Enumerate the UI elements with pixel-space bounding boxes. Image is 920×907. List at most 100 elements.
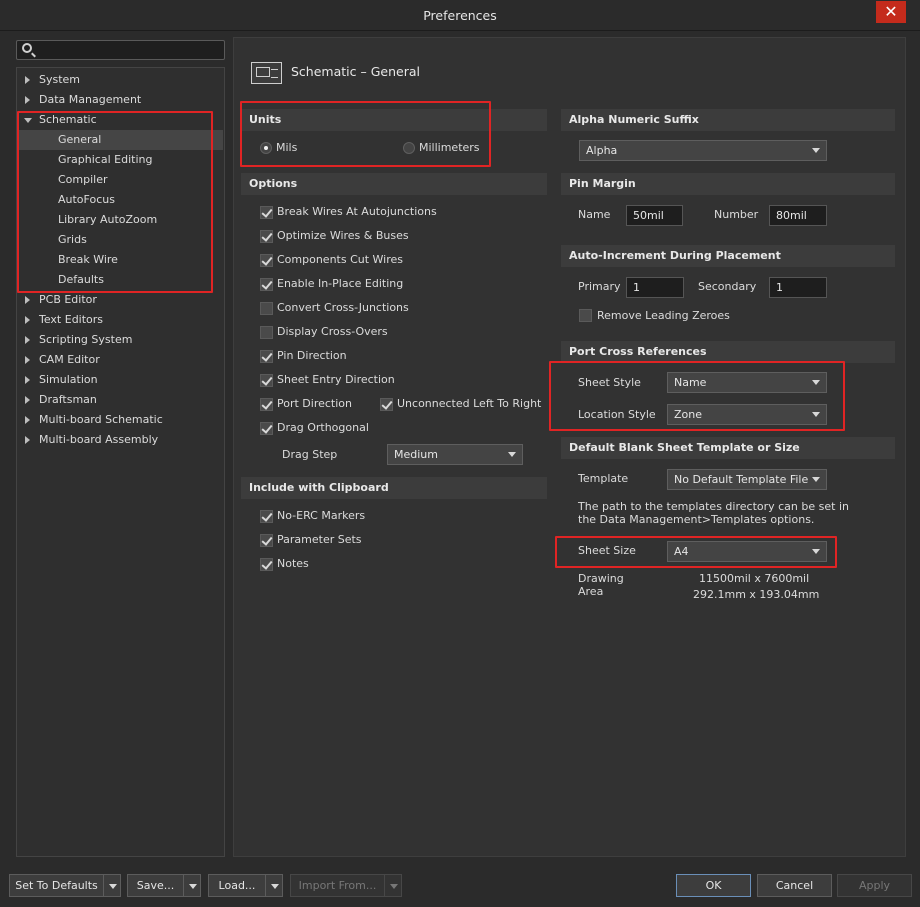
notes-label: Notes bbox=[277, 557, 309, 570]
tree-item-defaults[interactable]: Defaults bbox=[17, 270, 223, 290]
drawing-area-mm: 292.1mm x 193.04mm bbox=[693, 588, 820, 601]
components-cut-wires-checkbox[interactable] bbox=[260, 254, 273, 267]
import-from-button[interactable]: Import From... bbox=[290, 874, 385, 897]
unconnected-left-to-right-checkbox[interactable] bbox=[380, 398, 393, 411]
sheet-style-label: Sheet Style bbox=[578, 376, 641, 389]
sheet-style-dropdown[interactable]: Name bbox=[667, 372, 827, 393]
schematic-sheet-icon bbox=[251, 62, 282, 84]
tree-item-library-autozoom[interactable]: Library AutoZoom bbox=[17, 210, 223, 230]
notes-checkbox[interactable] bbox=[260, 558, 273, 571]
collapsed-arrow-icon[interactable] bbox=[25, 296, 30, 304]
set-to-defaults-button[interactable]: Set To Defaults bbox=[9, 874, 104, 897]
drawing-area-label-1: Drawing bbox=[578, 572, 624, 585]
tree-item-cam-editor[interactable]: CAM Editor bbox=[17, 350, 223, 370]
tree-item-text-editors[interactable]: Text Editors bbox=[17, 310, 223, 330]
clipboard-header: Include with Clipboard bbox=[241, 477, 547, 499]
tree-item-break-wire[interactable]: Break Wire bbox=[17, 250, 223, 270]
tree-item-label: Compiler bbox=[58, 173, 108, 186]
alpha-numeric-value: Alpha bbox=[586, 144, 618, 157]
tree-item-label: Data Management bbox=[39, 93, 142, 106]
tree-item-simulation[interactable]: Simulation bbox=[17, 370, 223, 390]
tree-item-label: AutoFocus bbox=[58, 193, 115, 206]
save-menu-button[interactable] bbox=[183, 874, 201, 897]
convert-cross-junctions-label: Convert Cross-Junctions bbox=[277, 301, 409, 314]
tree-item-label: Multi-board Schematic bbox=[39, 413, 163, 426]
mils-radio[interactable] bbox=[260, 142, 272, 154]
chevron-down-icon bbox=[189, 884, 197, 889]
collapsed-arrow-icon[interactable] bbox=[25, 316, 30, 324]
port-direction-checkbox[interactable] bbox=[260, 398, 273, 411]
mils-label: Mils bbox=[276, 141, 298, 154]
tree-item-label: Simulation bbox=[39, 373, 98, 386]
search-input[interactable] bbox=[16, 40, 225, 60]
collapsed-arrow-icon[interactable] bbox=[25, 76, 30, 84]
tree-item-draftsman[interactable]: Draftsman bbox=[17, 390, 223, 410]
cancel-button[interactable]: Cancel bbox=[757, 874, 832, 897]
secondary-label: Secondary bbox=[698, 280, 757, 293]
secondary-field[interactable]: 1 bbox=[769, 277, 827, 298]
load-menu-button[interactable] bbox=[265, 874, 283, 897]
tree-item-label: Defaults bbox=[58, 273, 104, 286]
remove-leading-zeroes-checkbox[interactable] bbox=[579, 309, 592, 322]
collapsed-arrow-icon[interactable] bbox=[25, 436, 30, 444]
sheet-entry-direction-checkbox[interactable] bbox=[260, 374, 273, 387]
tree-item-label: Multi-board Assembly bbox=[39, 433, 159, 446]
tree-item-schematic[interactable]: Schematic bbox=[17, 110, 223, 130]
convert-cross-junctions-checkbox[interactable] bbox=[260, 302, 273, 315]
pin-margin-name-label: Name bbox=[578, 208, 611, 221]
collapsed-arrow-icon[interactable] bbox=[25, 356, 30, 364]
pin-margin-name-field[interactable]: 50mil bbox=[626, 205, 683, 226]
optimize-wires-buses-label: Optimize Wires & Buses bbox=[277, 229, 409, 242]
pin-direction-checkbox[interactable] bbox=[260, 350, 273, 363]
tree-item-label: PCB Editor bbox=[39, 293, 97, 306]
alpha-numeric-dropdown[interactable]: Alpha bbox=[579, 140, 827, 161]
tree-item-pcb-editor[interactable]: PCB Editor bbox=[17, 290, 223, 310]
drag-step-dropdown[interactable]: Medium bbox=[387, 444, 523, 465]
location-style-dropdown[interactable]: Zone bbox=[667, 404, 827, 425]
set-to-defaults-menu-button[interactable] bbox=[103, 874, 121, 897]
window-title: Preferences bbox=[423, 8, 497, 23]
tree-item-autofocus[interactable]: AutoFocus bbox=[17, 190, 223, 210]
drag-orthogonal-label: Drag Orthogonal bbox=[277, 421, 369, 434]
collapsed-arrow-icon[interactable] bbox=[25, 96, 30, 104]
tree-item-compiler[interactable]: Compiler bbox=[17, 170, 223, 190]
collapsed-arrow-icon[interactable] bbox=[25, 336, 30, 344]
display-cross-overs-checkbox[interactable] bbox=[260, 326, 273, 339]
no-erc-markers-checkbox[interactable] bbox=[260, 510, 273, 523]
tree-item-multi-board-schematic[interactable]: Multi-board Schematic bbox=[17, 410, 223, 430]
import-from-menu-button[interactable] bbox=[384, 874, 402, 897]
collapsed-arrow-icon[interactable] bbox=[25, 396, 30, 404]
template-value: No Default Template File bbox=[674, 473, 809, 486]
pin-margin-number-field[interactable]: 80mil bbox=[769, 205, 827, 226]
tree-item-scripting-system[interactable]: Scripting System bbox=[17, 330, 223, 350]
units-header: Units bbox=[241, 109, 547, 131]
parameter-sets-checkbox[interactable] bbox=[260, 534, 273, 547]
chevron-down-icon bbox=[812, 477, 820, 482]
enable-in-place-editing-checkbox[interactable] bbox=[260, 278, 273, 291]
tree-item-label: System bbox=[39, 73, 81, 86]
load-button[interactable]: Load... bbox=[208, 874, 266, 897]
ok-button[interactable]: OK bbox=[676, 874, 751, 897]
sheet-size-dropdown[interactable]: A4 bbox=[667, 541, 827, 562]
collapsed-arrow-icon[interactable] bbox=[25, 416, 30, 424]
tree-item-grids[interactable]: Grids bbox=[17, 230, 223, 250]
primary-field[interactable]: 1 bbox=[626, 277, 684, 298]
save-button[interactable]: Save... bbox=[127, 874, 184, 897]
apply-button[interactable]: Apply bbox=[837, 874, 912, 897]
optimize-wires-buses-checkbox[interactable] bbox=[260, 230, 273, 243]
break-wires-at-autojunctions-checkbox[interactable] bbox=[260, 206, 273, 219]
enable-in-place-editing-label: Enable In-Place Editing bbox=[277, 277, 404, 290]
tree-item-system[interactable]: System bbox=[17, 70, 223, 90]
drag-orthogonal-checkbox[interactable] bbox=[260, 422, 273, 435]
collapsed-arrow-icon[interactable] bbox=[25, 376, 30, 384]
tree-item-label: Grids bbox=[58, 233, 87, 246]
tree-item-graphical-editing[interactable]: Graphical Editing bbox=[17, 150, 223, 170]
close-button[interactable]: ✕ bbox=[876, 1, 906, 23]
expanded-arrow-icon[interactable] bbox=[24, 118, 32, 123]
tree-item-data-management[interactable]: Data Management bbox=[17, 90, 223, 110]
tree-item-multi-board-assembly[interactable]: Multi-board Assembly bbox=[17, 430, 223, 450]
template-dropdown[interactable]: No Default Template File bbox=[667, 469, 827, 490]
tree-item-general[interactable]: General bbox=[17, 130, 223, 150]
millimeters-radio[interactable] bbox=[403, 142, 415, 154]
close-icon: ✕ bbox=[884, 2, 898, 21]
